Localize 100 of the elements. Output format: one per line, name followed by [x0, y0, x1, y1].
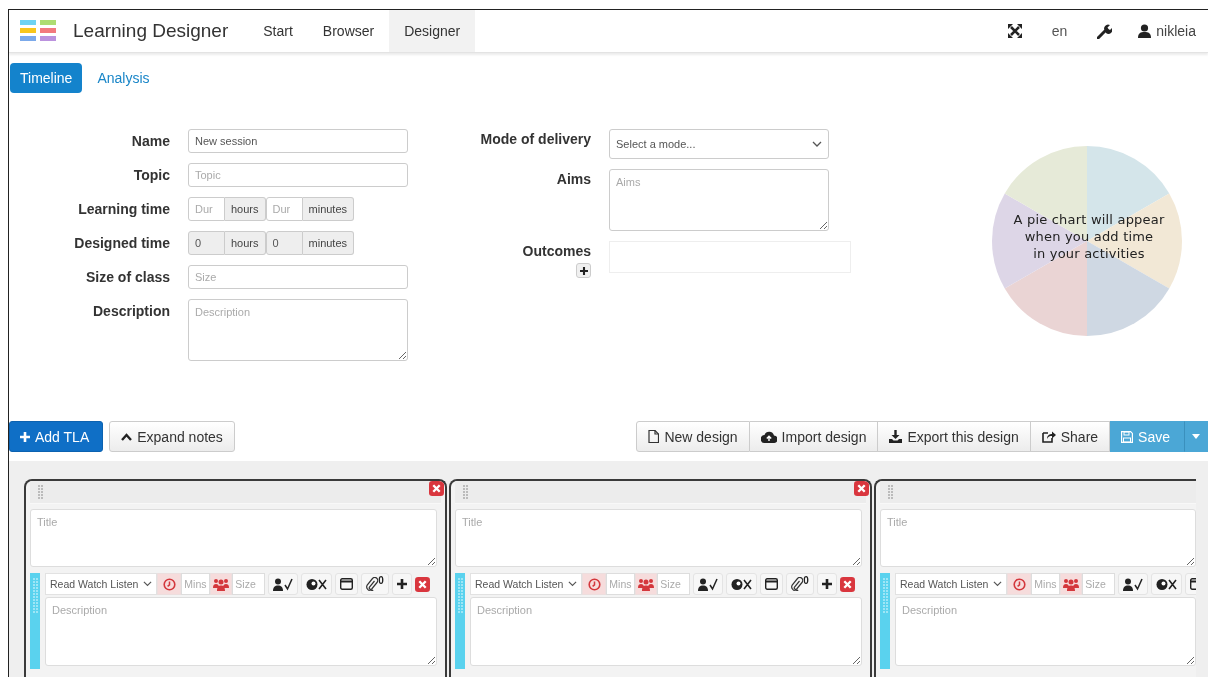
view-tab[interactable]: Analysis [87, 63, 160, 93]
chevron-down-icon [993, 581, 1003, 587]
cloud-upload-icon [760, 430, 777, 443]
view-tab[interactable]: Timeline [10, 63, 83, 93]
description-field[interactable]: Description [45, 597, 437, 666]
drag-handle-icon[interactable] [888, 484, 893, 500]
size-field[interactable]: Size [232, 573, 266, 595]
unit-label: minutes [302, 197, 355, 221]
window-button[interactable] [760, 573, 784, 595]
field-label: Size of class [84, 268, 170, 287]
field-label: Aims [555, 170, 591, 189]
plus-icon [821, 579, 832, 589]
caret-icon [1192, 434, 1200, 439]
title-field[interactable]: Title [30, 509, 437, 567]
nav-tab[interactable]: Browser [307, 10, 390, 52]
clock-icon [587, 577, 601, 591]
learner-button[interactable] [268, 573, 299, 595]
language-selector[interactable]: en [1051, 23, 1068, 39]
download-icon [889, 430, 903, 443]
pie-placeholder-message: A pie chart will appear when you add time in your activities [1012, 211, 1166, 262]
learner-button[interactable] [693, 573, 724, 595]
size-field[interactable]: Size [1082, 573, 1116, 595]
text-field[interactable]: Topic [188, 163, 408, 187]
drag-handle-icon[interactable] [38, 484, 43, 500]
drag-handle-icon[interactable] [32, 577, 38, 613]
user-check-icon [698, 577, 719, 591]
minutes-field[interactable]: Mins [1031, 573, 1061, 595]
description-field[interactable]: Description [470, 597, 862, 666]
drag-handle-icon[interactable] [882, 577, 888, 613]
people-icon [638, 577, 655, 591]
file-icon [648, 430, 660, 443]
nav-tab[interactable]: Designer [389, 10, 476, 52]
attachments-button[interactable]: 0 [361, 573, 389, 595]
save-dropdown-button[interactable] [1184, 421, 1208, 452]
close-icon[interactable] [854, 481, 869, 496]
window-button[interactable] [335, 573, 359, 595]
eye-cross-icon [306, 577, 328, 591]
field-label: Name [130, 132, 170, 151]
duration-field[interactable]: Dur [265, 197, 303, 221]
size-field[interactable]: Size [657, 573, 691, 595]
chevron-down-icon [143, 581, 153, 587]
minutes-field[interactable]: Mins [606, 573, 636, 595]
activity-type-select[interactable]: Read Watch Listen [45, 573, 158, 595]
chevron-down-icon [812, 141, 822, 147]
plus-icon [579, 266, 588, 275]
add-tla-button[interactable]: Add TLA [9, 421, 104, 452]
activity-type-select[interactable]: Read Watch Listen [895, 573, 1008, 595]
people-icon [1063, 577, 1080, 591]
field-label: Learning time [77, 200, 170, 219]
window-icon [765, 578, 779, 590]
close-icon[interactable] [429, 481, 444, 496]
duration-field[interactable]: Dur [188, 197, 225, 221]
toolbar-button[interactable]: Export this design [878, 421, 1031, 452]
minutes-field[interactable]: Mins [181, 573, 211, 595]
user-name[interactable]: nikleia [1156, 23, 1196, 39]
text-area[interactable]: Aims [609, 169, 829, 231]
field-label: Mode of delivery [479, 130, 591, 149]
field-label: Designed time [73, 234, 170, 253]
toolbar-button[interactable]: Share [1030, 421, 1111, 452]
drag-handle-icon[interactable] [463, 484, 468, 500]
attachments-button[interactable]: 0 [786, 573, 814, 595]
visibility-button[interactable] [301, 573, 333, 595]
expand-arrows-icon[interactable] [1007, 24, 1022, 38]
learner-button[interactable] [1118, 573, 1149, 595]
people-icon [213, 577, 230, 591]
eye-cross-icon [731, 577, 753, 591]
field-label: Description [92, 302, 170, 321]
close-icon[interactable] [839, 576, 855, 592]
add-activity-button[interactable] [391, 573, 412, 595]
wrench-icon[interactable] [1097, 23, 1113, 39]
chevron-up-icon [121, 432, 133, 441]
paperclip-icon [366, 577, 379, 591]
window-icon [340, 578, 354, 590]
unit-label: hours [225, 197, 266, 221]
title-field[interactable]: Title [880, 509, 1196, 567]
visibility-button[interactable] [1151, 573, 1183, 595]
toolbar-button[interactable]: Import design [749, 421, 879, 452]
text-field[interactable]: New session [188, 129, 408, 153]
user-check-icon [1123, 577, 1144, 591]
eye-cross-icon [1156, 577, 1178, 591]
mode-select[interactable]: Select a mode... [609, 129, 829, 159]
add-activity-button[interactable] [816, 573, 837, 595]
text-field[interactable]: Size [188, 265, 408, 289]
user-check-icon [273, 577, 294, 591]
nav-tab[interactable]: Start [248, 10, 308, 52]
visibility-button[interactable] [726, 573, 758, 595]
field-label: Outcomes [522, 242, 591, 261]
drag-handle-icon[interactable] [457, 577, 463, 613]
plus-icon [396, 579, 407, 589]
clock-icon [162, 577, 176, 591]
activity-type-select[interactable]: Read Watch Listen [470, 573, 583, 595]
text-area[interactable]: Description [188, 299, 408, 361]
toolbar-button[interactable]: Expand notes [109, 421, 235, 452]
title-field[interactable]: Title [455, 509, 862, 567]
clock-icon [1012, 577, 1026, 591]
toolbar-button[interactable]: New design [636, 421, 750, 452]
close-icon[interactable] [414, 576, 430, 592]
add-outcome-button[interactable] [576, 263, 591, 278]
description-field[interactable]: Description [895, 597, 1196, 666]
unit-label: minutes [302, 231, 355, 255]
